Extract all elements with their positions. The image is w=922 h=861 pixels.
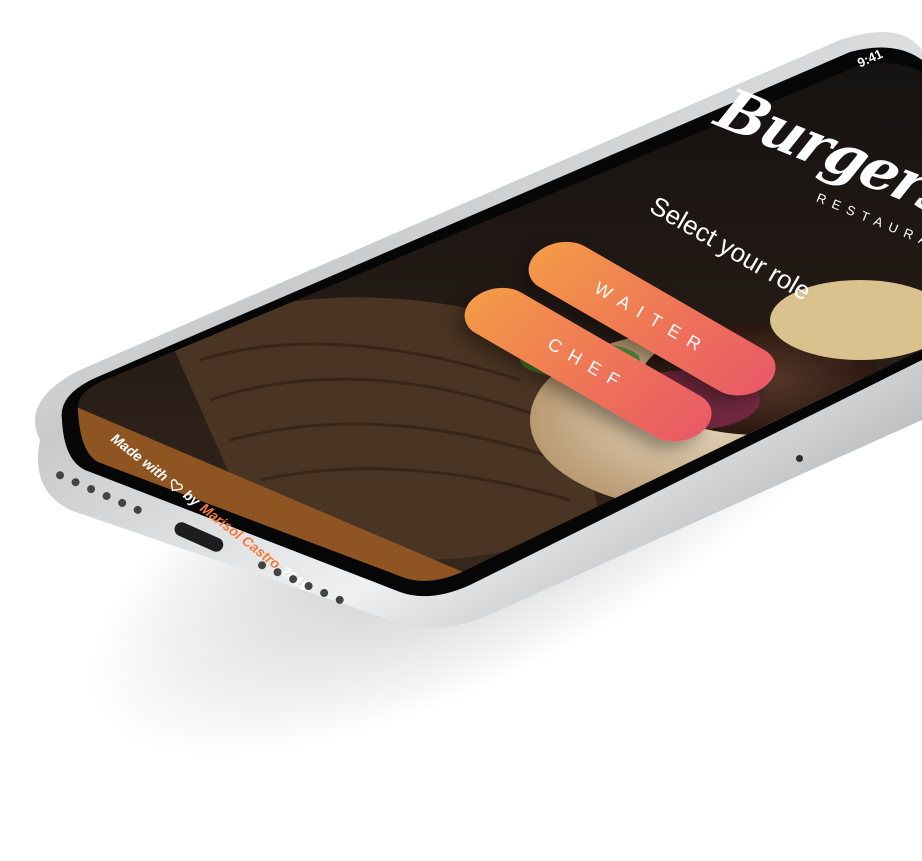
phone-mockup: 9:41 Burgers RESTAURA Select your role W… bbox=[0, 0, 922, 861]
app-screen bbox=[77, 63, 922, 581]
